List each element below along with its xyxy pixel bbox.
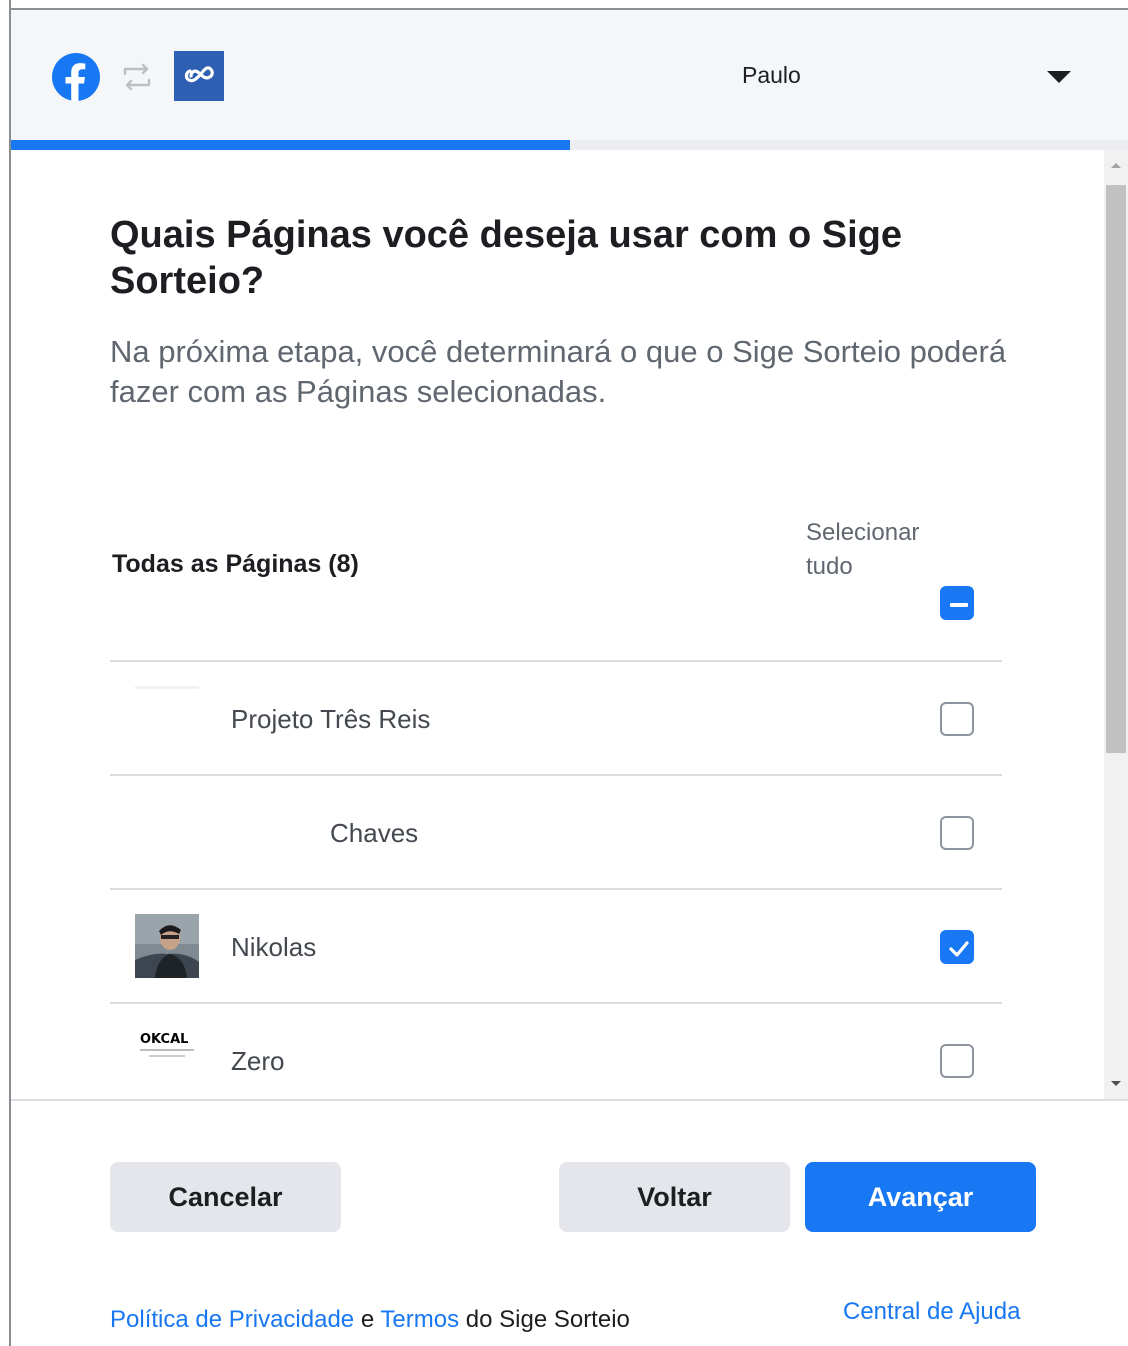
- facebook-icon: [52, 53, 100, 101]
- logo-tagline-line: [149, 1055, 185, 1057]
- scroll-down-arrow-icon[interactable]: [1104, 1075, 1128, 1093]
- page-checkbox-chaves[interactable]: [940, 816, 974, 850]
- logo-tagline-line: [140, 1049, 194, 1051]
- scrollbar[interactable]: [1104, 150, 1128, 1100]
- swap-icon: [123, 63, 151, 91]
- page-subtitle: Na próxima etapa, você determinará o que…: [110, 334, 1007, 409]
- checkmark-icon: [949, 941, 969, 957]
- progress-bar: [11, 140, 1128, 150]
- caret-down-icon[interactable]: [1046, 69, 1072, 85]
- legal-conjunction: e: [360, 1306, 375, 1333]
- window-left-border: [9, 0, 11, 1346]
- page-name-zero: Zero: [231, 1046, 285, 1076]
- page-title: Quais Páginas você deseja usar com o Sig…: [110, 214, 903, 302]
- privacy-policy-link[interactable]: Política de Privacidade: [110, 1306, 354, 1333]
- minus-icon: [950, 603, 968, 607]
- page-name-nikolas: Nikolas: [231, 932, 317, 962]
- page-logo-text: OKCAL: [140, 1032, 189, 1047]
- page-checkbox-zero[interactable]: [940, 1044, 974, 1078]
- list-divider: [110, 660, 1002, 662]
- next-button[interactable]: Avançar: [805, 1162, 1036, 1232]
- list-divider: [110, 1002, 1002, 1004]
- page-avatar: [135, 686, 199, 689]
- footer-divider: [11, 1099, 1128, 1101]
- page-avatar-nikolas: [135, 914, 199, 978]
- page-checkbox-nikolas[interactable]: [940, 930, 974, 964]
- page-name-chaves: Chaves: [330, 818, 419, 848]
- user-name: Paulo: [742, 62, 801, 88]
- back-button[interactable]: Voltar: [559, 1162, 790, 1232]
- scrollbar-thumb[interactable]: [1106, 185, 1126, 753]
- list-divider: [110, 888, 1002, 890]
- legal-suffix: do Sige Sorteio: [465, 1306, 630, 1333]
- list-divider: [110, 774, 1002, 776]
- select-all-label: Selecionar tudo: [806, 519, 920, 580]
- all-pages-label: Todas as Páginas (8): [112, 550, 359, 578]
- scroll-up-arrow-icon[interactable]: [1104, 156, 1128, 174]
- help-center-link[interactable]: Central de Ajuda: [843, 1298, 1020, 1326]
- legal-text: Política de Privacidade e Termos do Sige…: [110, 1306, 630, 1334]
- progress-bar-fill: [11, 140, 570, 150]
- page-name-projeto: Projeto Três Reis: [231, 704, 431, 734]
- page-avatar-zero: OKCAL: [135, 1030, 199, 1070]
- terms-link[interactable]: Termos: [380, 1306, 459, 1333]
- page-checkbox-projeto[interactable]: [940, 702, 974, 736]
- cancel-button[interactable]: Cancelar: [110, 1162, 341, 1232]
- select-all-checkbox[interactable]: [940, 586, 974, 620]
- app-icon: [174, 51, 224, 101]
